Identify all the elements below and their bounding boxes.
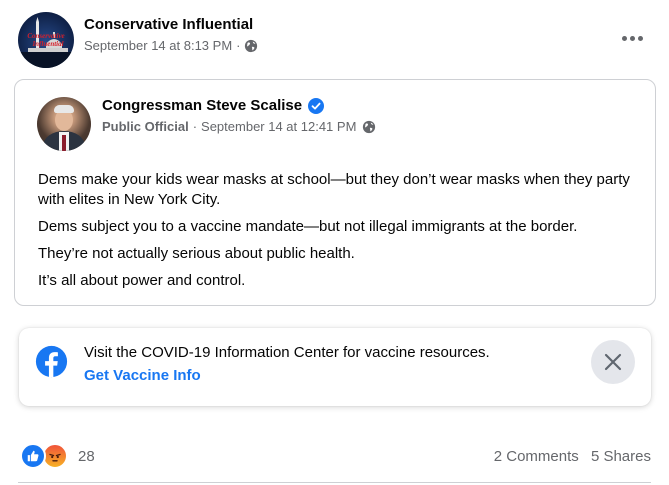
author-name-link[interactable]: Congressman Steve Scalise: [102, 97, 302, 114]
svg-text:Influential: Influential: [31, 40, 63, 48]
shared-timestamp[interactable]: September 14 at 12:41 PM: [201, 119, 356, 134]
covid-info-card: Visit the COVID-19 Information Center fo…: [19, 328, 651, 406]
meta-separator: ·: [192, 119, 198, 134]
like-icon: [20, 443, 46, 469]
info-card-text: Visit the COVID-19 Information Center fo…: [84, 344, 490, 361]
reactions-summary[interactable]: 28: [20, 441, 95, 471]
close-icon: [604, 353, 622, 371]
capitol-image: Conservative Influential: [18, 17, 74, 68]
more-options-button[interactable]: [614, 26, 650, 50]
close-button[interactable]: [591, 340, 635, 384]
svg-text:Conservative: Conservative: [27, 32, 64, 40]
author-role: Public Official: [102, 119, 189, 134]
meta-separator: ·: [236, 38, 241, 53]
reaction-count[interactable]: 28: [78, 448, 95, 465]
verified-badge-icon: [308, 97, 325, 114]
post-paragraph: It’s all about power and control.: [38, 272, 246, 289]
facebook-logo-icon: [35, 345, 68, 378]
comments-count[interactable]: 2 Comments: [494, 448, 579, 465]
globe-icon: [363, 120, 376, 133]
more-horizontal-icon: [621, 35, 627, 41]
author-meta: Public Official · September 14 at 12:41 …: [102, 119, 376, 134]
post-header: Conservative Influential Conservative In…: [18, 12, 658, 68]
shared-post-card: Congressman Steve Scalise Public Officia…: [14, 79, 656, 306]
page-name[interactable]: Conservative Influential: [84, 16, 253, 33]
footer-divider: [18, 482, 651, 483]
post-paragraph: Dems subject you to a vaccine mandate—bu…: [38, 218, 578, 235]
engagement-counts: 2 Comments 5 Shares: [494, 448, 651, 465]
post-meta: September 14 at 8:13 PM ·: [84, 38, 258, 53]
post-paragraph: They’re not actually serious about publi…: [38, 245, 355, 262]
shares-count[interactable]: 5 Shares: [591, 448, 651, 465]
get-vaccine-info-link[interactable]: Get Vaccine Info: [84, 367, 201, 384]
globe-icon: [244, 39, 257, 52]
post-paragraph: Dems make your kids wear masks at school…: [38, 171, 630, 208]
author-name: Congressman Steve Scalise: [102, 97, 325, 114]
post-timestamp[interactable]: September 14 at 8:13 PM: [84, 38, 232, 53]
author-avatar[interactable]: [37, 97, 91, 151]
page-avatar[interactable]: Conservative Influential: [18, 12, 74, 68]
post-body: Dems make your kids wear masks at school…: [38, 170, 648, 298]
